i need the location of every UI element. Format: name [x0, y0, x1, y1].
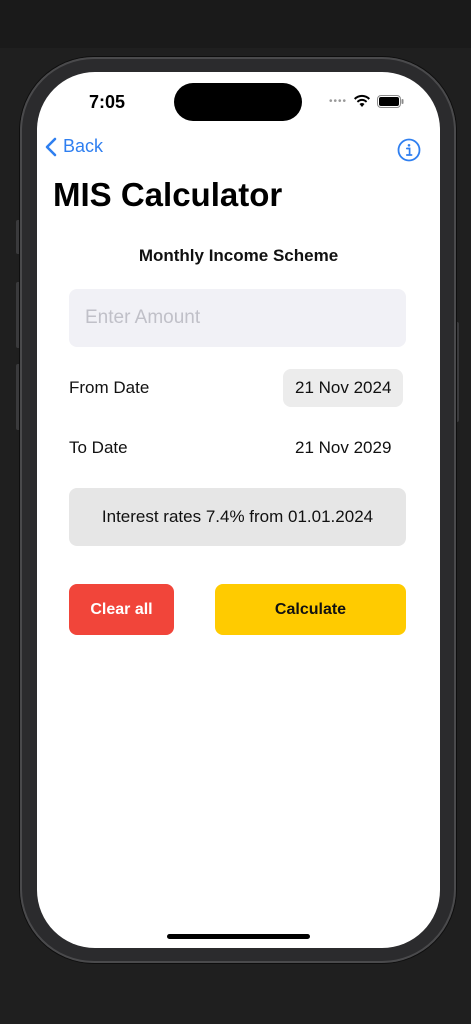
home-indicator [167, 934, 310, 939]
to-date-label: To Date [69, 438, 128, 457]
calculate-button[interactable]: Calculate [215, 584, 406, 635]
app-screen: 7:05 •••• Back MIS Calculator Monthly In… [37, 72, 440, 948]
page-subtitle: Monthly Income Scheme [138, 246, 339, 265]
page-title: MIS Calculator [53, 176, 283, 213]
navigation-bar: Back [37, 136, 440, 166]
from-date-picker[interactable]: 21 Nov 2024 [283, 369, 404, 407]
from-date-label: From Date [69, 378, 150, 397]
wifi-icon [354, 94, 370, 107]
back-label: Back [63, 136, 104, 156]
chevron-left-icon [45, 137, 57, 156]
clear-all-button[interactable]: Clear all [69, 584, 174, 635]
info-circle-icon [397, 138, 421, 162]
to-date-picker[interactable]: 21 Nov 2029 [283, 429, 403, 467]
dynamic-island [174, 83, 302, 121]
amount-input[interactable] [69, 289, 406, 347]
back-button[interactable]: Back [45, 136, 103, 157]
top-background [0, 0, 471, 48]
status-icons: •••• [329, 94, 404, 108]
battery-icon [377, 94, 404, 108]
interest-rate-info: Interest rates 7.4% from 01.01.2024 [69, 488, 406, 546]
status-time: 7:05 [89, 92, 126, 112]
interest-rate-text: Interest rates 7.4% from 01.01.2024 [101, 507, 374, 526]
signal-dots: •••• [328, 95, 347, 107]
info-button[interactable] [397, 138, 421, 167]
